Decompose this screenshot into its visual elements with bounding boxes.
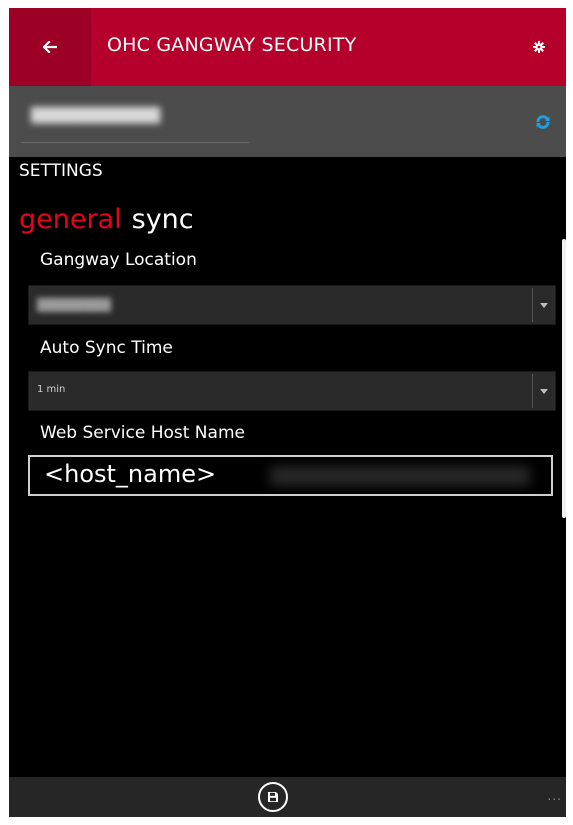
combo-divider (532, 288, 533, 322)
arrow-left-icon (43, 41, 57, 53)
app-window: OHC GANGWAY SECURITY ████████████ SETTIN (9, 8, 566, 817)
device-bar: ████████████ (9, 86, 566, 157)
refresh-icon (536, 115, 550, 129)
back-button[interactable] (9, 8, 91, 86)
vertical-scrollbar[interactable] (562, 239, 566, 518)
web-service-host-label: Web Service Host Name (40, 423, 245, 443)
gangway-location-value-redacted: ████████ (37, 298, 111, 312)
auto-sync-time-label: Auto Sync Time (40, 338, 173, 358)
chevron-down-icon (538, 385, 550, 397)
gangway-location-select[interactable]: ████████ (28, 285, 556, 325)
settings-heading: SETTINGS (19, 161, 103, 181)
sync-button[interactable] (526, 105, 560, 139)
gear-icon (533, 41, 545, 53)
pivot-tabs: general sync (19, 204, 194, 235)
web-service-host-input[interactable]: <host_name> (28, 455, 553, 496)
device-name-redacted: ████████████ (31, 108, 161, 124)
chevron-down-icon (538, 299, 550, 311)
tab-general[interactable]: general (19, 204, 122, 235)
device-underline (21, 142, 249, 143)
host-name-redacted (270, 467, 530, 485)
gangway-location-label: Gangway Location (40, 250, 197, 270)
auto-sync-time-select[interactable]: 1 min (28, 371, 556, 411)
combo-divider (532, 374, 533, 408)
settings-button[interactable] (522, 30, 556, 64)
save-button[interactable] (258, 782, 288, 812)
app-bar: ... (9, 777, 566, 817)
app-title: OHC GANGWAY SECURITY (107, 34, 357, 56)
header-bar: OHC GANGWAY SECURITY (9, 8, 566, 86)
tab-sync[interactable]: sync (132, 204, 194, 235)
host-name-value: <host_name> (44, 460, 217, 488)
more-options-button[interactable]: ... (548, 789, 562, 803)
auto-sync-time-value: 1 min (37, 384, 66, 395)
save-icon (268, 792, 278, 802)
